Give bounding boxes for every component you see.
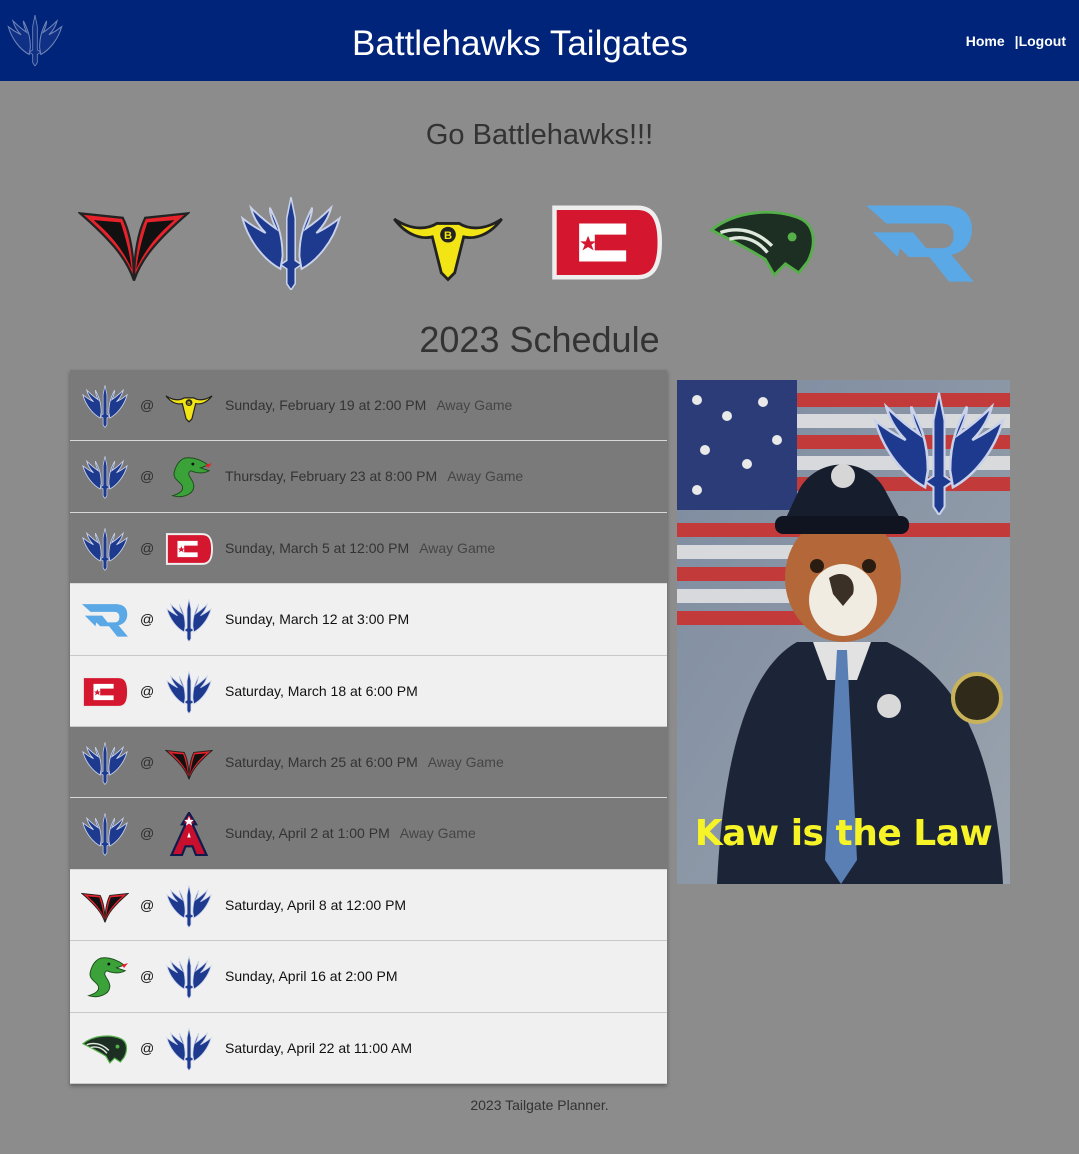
greeting-heading: Go Battlehawks!!! — [425, 119, 654, 151]
schedule-row[interactable]: @ Sunday, April 16 at 2:00 PM — [70, 941, 667, 1013]
at-symbol: @ — [140, 611, 155, 628]
schedule-row[interactable]: @ Sunday, March 12 at 3:00 PM — [70, 584, 667, 656]
battlehawks-icon — [165, 598, 213, 642]
at-symbol: @ — [140, 468, 155, 485]
schedule-row[interactable]: @ Sunday, March 5 at 12:00 PM Away Game — [70, 512, 667, 585]
at-symbol: @ — [140, 539, 155, 556]
team-logo-row — [0, 195, 1079, 290]
game-date: Saturday, March 18 at 6:00 PM — [225, 683, 418, 699]
site-title: Battlehawks Tailgates — [352, 24, 688, 63]
game-datetime: Sunday, March 12 at 3:00 PM — [225, 611, 410, 628]
at-symbol: @ — [140, 968, 155, 985]
sea-dragons-icon — [165, 455, 213, 499]
game-datetime: Saturday, April 22 at 11:00 AM — [225, 1039, 413, 1056]
schedule-row[interactable]: @ Saturday, April 8 at 12:00 PM — [70, 869, 667, 942]
navbar: Battlehawks Tailgates Home |Logout — [0, 0, 1079, 81]
mascot-caption: Kaw is the Law — [694, 813, 993, 854]
defenders-icon — [165, 527, 213, 571]
game-date: Sunday, February 19 at 2:00 PM Away Game — [225, 397, 512, 413]
schedule-row[interactable]: @ Sunday, April 2 at 1:00 PM Away Game — [70, 798, 667, 870]
guardians-logo-icon — [707, 195, 819, 290]
vipers-icon — [81, 884, 129, 928]
nav-links: Home |Logout — [966, 33, 1066, 49]
mascot-image: Kaw is the Law — [677, 380, 1010, 884]
at-symbol: @ — [140, 896, 155, 913]
battlehawks-icon — [81, 527, 129, 571]
renegades-icon — [165, 812, 213, 856]
battlehawks-icon — [81, 812, 129, 856]
vipers-logo-icon — [78, 195, 190, 290]
game-datetime: Saturday, March 18 at 6:00 PM — [225, 682, 418, 699]
schedule-row[interactable]: @ Thursday, February 23 at 8:00 PM Away Ga… — [70, 441, 667, 513]
game-date: Saturday, April 22 at 11:00 AM — [225, 1040, 412, 1056]
at-symbol: @ — [140, 397, 155, 413]
game-date: Sunday, April 2 at 1:00 PM Away Game — [225, 825, 476, 841]
game-date: Thursday, February 23 at 8:00 PM Away Gam… — [225, 468, 523, 484]
battlehawks-icon — [165, 884, 213, 928]
game-datetime: Sunday, April 16 at 2:00 PM — [225, 968, 398, 985]
game-datetime: Thursday, February 23 at 8:00 PM — [225, 468, 438, 485]
game-date: Sunday, March 12 at 3:00 PM — [225, 611, 409, 627]
battlehawks-icon — [165, 1027, 213, 1071]
schedule-row[interactable]: @ Sunday, February 19 at 2:00 PM Away Game — [70, 370, 667, 442]
schedule-heading: 2023 Schedule — [419, 319, 660, 360]
game-datetime: Saturday, April 8 at 12:00 PM — [225, 896, 407, 913]
game-datetime: Saturday, March 25 at 6:00 PM — [225, 753, 418, 770]
away-game-tag: Away Game — [399, 825, 476, 842]
away-game-tag: Away Game — [427, 753, 504, 770]
at-symbol: @ — [140, 1039, 155, 1056]
game-datetime: Sunday, April 2 at 1:00 PM — [225, 825, 390, 842]
schedule-row[interactable]: @ Saturday, April 22 at 11:00 AM — [70, 1012, 667, 1084]
game-date: Sunday, March 5 at 12:00 PM Away Game — [225, 540, 495, 556]
schedule-list: @ Sunday, February 19 at 2:00 PM Away Game… — [70, 370, 667, 1084]
game-date: Sunday, April 16 at 2:00 PM — [225, 968, 398, 984]
brahmas-logo-icon — [392, 195, 504, 290]
battlehawks-icon — [165, 670, 213, 714]
defenders-logo-icon — [550, 195, 662, 290]
away-game-tag: Away Game — [447, 468, 524, 485]
brahmas-icon — [165, 384, 213, 428]
mascot-illustration — [677, 380, 1010, 884]
game-datetime: Sunday, March 5 at 12:00 PM — [225, 539, 410, 556]
nav-logout-link[interactable]: |Logout — [1015, 33, 1066, 49]
game-datetime: Sunday, February 19 at 2:00 PM — [225, 397, 427, 413]
schedule-row[interactable]: @ Saturday, March 25 at 6:00 PM Away Game — [70, 726, 667, 799]
game-date: Saturday, April 8 at 12:00 PM — [225, 897, 406, 913]
battlehawks-icon — [81, 384, 129, 428]
sea-dragons-icon — [81, 955, 129, 999]
away-game-tag: Away Game — [436, 397, 513, 413]
defenders-icon — [81, 670, 129, 714]
nav-home-link[interactable]: Home — [966, 33, 1005, 49]
game-date: Saturday, March 25 at 6:00 PM Away Game — [225, 754, 504, 770]
battlehawks-icon — [81, 741, 129, 785]
schedule-row[interactable]: @ Saturday, March 18 at 6:00 PM — [70, 655, 667, 727]
at-symbol: @ — [140, 753, 155, 770]
battlehawks-logo-icon — [235, 195, 347, 290]
footer-text: 2023 Tailgate Planner. — [470, 1097, 609, 1113]
roughnecks-logo-icon — [864, 195, 976, 290]
roughnecks-icon — [81, 598, 129, 642]
at-symbol: @ — [140, 825, 155, 842]
vipers-icon — [165, 741, 213, 785]
guardians-icon — [81, 1027, 129, 1071]
battlehawks-icon — [165, 955, 213, 999]
battlehawks-icon — [81, 455, 129, 499]
at-symbol: @ — [140, 682, 155, 699]
away-game-tag: Away Game — [419, 539, 496, 556]
